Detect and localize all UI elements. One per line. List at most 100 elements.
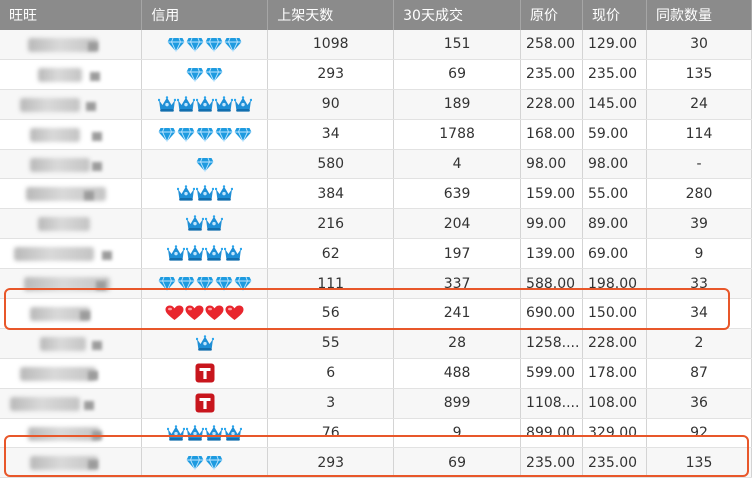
diamond-icon (177, 127, 195, 143)
listed-days-cell: 111 (267, 268, 395, 300)
listed-days-cell: 216 (267, 208, 395, 240)
redaction-blur (96, 281, 106, 291)
same-count-cell: 34 (646, 298, 752, 329)
seller-name-redacted[interactable] (0, 418, 143, 449)
seller-name-redacted[interactable] (0, 328, 143, 359)
sales-30day-cell: 639 (393, 178, 522, 210)
redaction-blur (38, 217, 90, 232)
seller-name-redacted[interactable] (0, 298, 143, 329)
original-price-cell: 258.00 (520, 30, 584, 60)
table-row[interactable]: 216 204 99.00 89.00 39 (0, 208, 752, 240)
table-row[interactable]: 56 241 690.00 150.00 34 (0, 298, 752, 329)
current-price-cell: 235.00 (582, 447, 647, 478)
diamond-icon (215, 127, 233, 143)
same-count-cell: - (646, 149, 752, 180)
seller-name-redacted[interactable] (0, 59, 143, 90)
same-count-cell: 87 (646, 358, 752, 389)
original-price-cell: 599.00 (520, 358, 584, 389)
original-price-cell: 1258.... (520, 328, 584, 359)
seller-name-redacted[interactable] (0, 89, 143, 120)
credit-level (141, 298, 269, 329)
listed-days-cell: 55 (267, 328, 395, 359)
redaction-blur (20, 97, 80, 112)
seller-name-redacted[interactable] (0, 388, 143, 419)
seller-name-redacted[interactable] (0, 30, 143, 60)
crown-icon (167, 424, 186, 442)
credit-level (141, 388, 269, 419)
diamond-icon (167, 37, 185, 53)
redaction-blur (92, 131, 102, 141)
table-row[interactable]: 6 488 599.00 178.00 87 (0, 358, 752, 389)
redaction-blur (86, 101, 96, 111)
table-row[interactable]: 34 1788 168.00 59.00 114 (0, 119, 752, 150)
diamond-icon (196, 157, 214, 173)
table-row[interactable]: 3 899 1108.... 108.00 36 (0, 388, 752, 419)
crown-icon (224, 424, 243, 442)
listed-days-cell: 90 (267, 89, 395, 120)
table-row[interactable]: 55 28 1258.... 228.00 2 (0, 328, 752, 359)
redaction-blur (30, 157, 90, 172)
table-row[interactable]: 1098 151 258.00 129.00 30 (0, 30, 752, 60)
sales-30day-cell: 151 (393, 30, 522, 60)
seller-name-redacted[interactable] (0, 447, 143, 478)
header-wangwang[interactable]: 旺旺 (0, 0, 143, 30)
current-price-cell: 145.00 (582, 89, 647, 120)
credit-level (141, 447, 269, 478)
header-same-count[interactable]: 同款数量 (646, 0, 752, 30)
listed-days-cell: 34 (267, 119, 395, 150)
current-price-cell: 129.00 (582, 30, 647, 60)
redaction-blur (92, 161, 102, 171)
seller-name-redacted[interactable] (0, 149, 143, 180)
header-30day-sales[interactable]: 30天成交 (393, 0, 522, 30)
table-row[interactable]: 76 9 899.00 329.00 92 (0, 418, 752, 449)
sales-30day-cell: 28 (393, 328, 522, 359)
current-price-cell: 55.00 (582, 178, 647, 210)
diamond-icon (215, 276, 233, 292)
redaction-blur (84, 191, 94, 201)
header-credit[interactable]: 信用 (141, 0, 269, 30)
table-row[interactable]: 62 197 139.00 69.00 9 (0, 238, 752, 270)
table-row[interactable]: 384 639 159.00 55.00 280 (0, 178, 752, 210)
table-row[interactable]: 293 69 235.00 235.00 135 (0, 447, 752, 478)
same-count-cell: 135 (646, 447, 752, 478)
table-row[interactable]: 293 69 235.00 235.00 135 (0, 59, 752, 90)
sales-30day-cell: 899 (393, 388, 522, 419)
header-listed-days[interactable]: 上架天数 (267, 0, 395, 30)
diamond-icon (205, 37, 223, 53)
redaction-blur (30, 127, 80, 142)
seller-name-redacted[interactable] (0, 268, 143, 300)
seller-name-redacted[interactable] (0, 358, 143, 389)
current-price-cell: 89.00 (582, 208, 647, 240)
seller-name-redacted[interactable] (0, 119, 143, 150)
crown-icon (195, 185, 214, 202)
diamond-icon (196, 127, 214, 143)
header-current-price[interactable]: 现价 (582, 0, 647, 30)
redaction-blur (102, 251, 112, 261)
same-count-cell: 114 (646, 119, 752, 150)
table-row[interactable]: 90 189 228.00 145.00 24 (0, 89, 752, 120)
same-count-cell: 33 (646, 268, 752, 300)
listed-days-cell: 293 (267, 59, 395, 90)
seller-name-redacted[interactable] (0, 178, 143, 210)
redaction-blur (88, 460, 98, 470)
crown-icon (186, 424, 205, 442)
sales-30day-cell: 1788 (393, 119, 522, 150)
crown-icon (176, 185, 195, 202)
original-price-cell: 235.00 (520, 447, 584, 478)
header-original-price[interactable]: 原价 (520, 0, 584, 30)
credit-level (141, 59, 269, 90)
redaction-blur (90, 71, 100, 81)
redaction-blur (88, 370, 98, 380)
table-row[interactable]: 580 4 98.00 98.00- (0, 149, 752, 180)
seller-name-redacted[interactable] (0, 238, 143, 270)
credit-level (141, 208, 269, 240)
sales-30day-cell: 189 (393, 89, 522, 120)
seller-name-redacted[interactable] (0, 208, 143, 240)
original-price-cell: 159.00 (520, 178, 584, 210)
diamond-icon (234, 276, 252, 292)
crown-icon (205, 424, 224, 442)
table-row[interactable]: 111 337 588.00 198.00 33 (0, 268, 752, 300)
crown-icon (214, 185, 233, 202)
original-price-cell: 1108.... (520, 388, 584, 419)
redaction-blur (20, 366, 96, 381)
